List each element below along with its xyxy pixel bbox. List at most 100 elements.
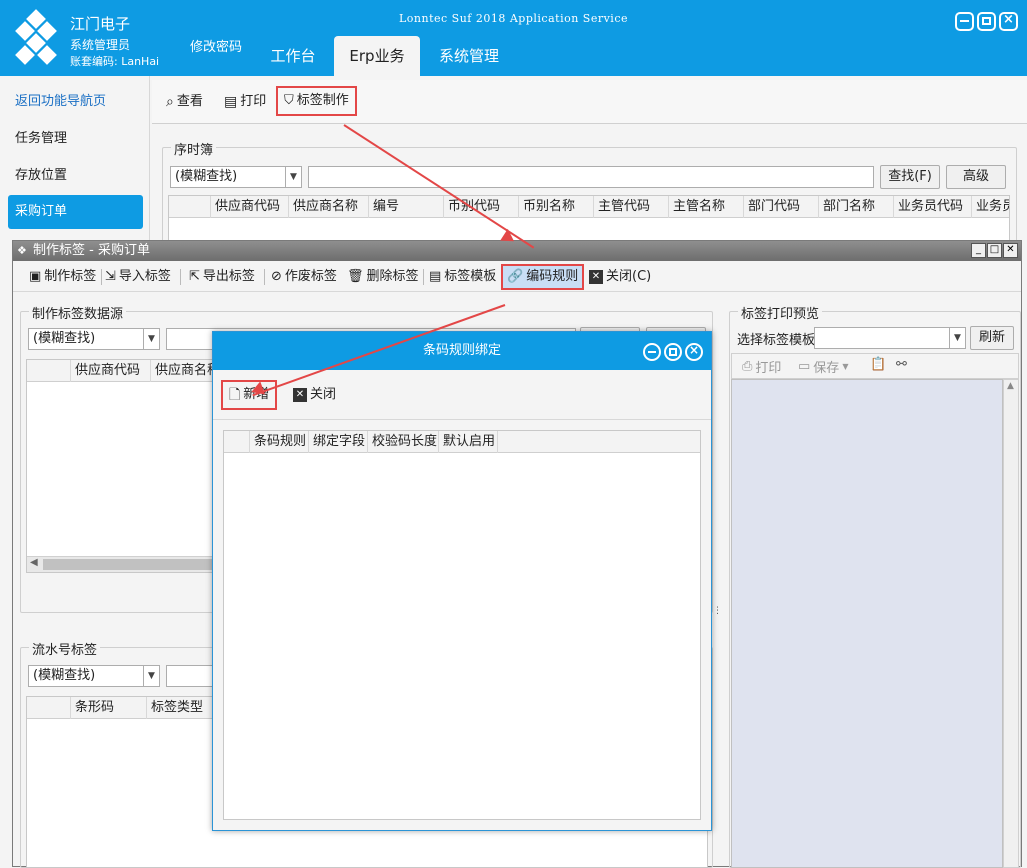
main-grid-header: 供应商代码 供应商名称 编号 币别代码 币别名称 主管代码 主管名称 部门代码 … [169,196,1009,218]
dialog-close-toolbar-button[interactable]: ✕ 关闭(C) [589,266,651,288]
template-icon: ▤ [429,269,442,284]
column-header[interactable]: 默认启用 [439,431,498,453]
barcode-close-button[interactable]: ✕ 关闭 [293,384,336,406]
dialog-close-button[interactable]: ✕ [1003,243,1018,258]
barcode-dialog-close-button[interactable]: × [685,343,703,361]
column-header[interactable]: 部门名称 [819,196,894,218]
view-label: 查看 [176,94,203,109]
column-header[interactable]: 部门代码 [744,196,819,218]
encoding-rule-label: 编码规则 [526,269,579,284]
preview-toolbar: ⎙ 打印 ▭ 保存 ▼ 📋 ⚯ [731,353,1019,379]
advanced-button[interactable]: 高级 [946,165,1006,189]
new-file-icon: 🗋 [229,387,241,403]
sidebar-item-tasks[interactable]: 任务管理 [8,122,143,156]
close-button[interactable]: × [999,12,1018,31]
trash-icon: 🗑 [347,269,364,284]
dialog-close-toolbar-label: 关闭(C) [606,269,652,284]
column-header[interactable]: 绑定字段 [309,431,368,453]
void-icon: ⊘ [271,269,282,284]
import-tag-button[interactable]: ⇲ 导入标签 [105,266,171,288]
column-header[interactable]: 供应商代码 [211,196,289,218]
sidebar-item-back-nav[interactable]: 返回功能导航页 [8,85,143,119]
make-label-dialog-titlebar[interactable]: ❖ 制作标签 - 采购订单 [13,241,1021,261]
preview-group-title: 标签打印预览 [738,303,823,322]
preview-canvas [731,379,1003,868]
save-icon: ▭ [798,359,811,374]
make-label-toolbar: ▣ 制作标签 ⇲ 导入标签 ⇱ 导出标签 ⊘ 作废标签 🗑 删除标签 ▤ 标签模… [13,262,1021,292]
scroll-up-icon: ▲ [1007,381,1014,391]
preview-save-button[interactable]: ▭ 保存 ▼ [798,357,848,376]
main-grid: 供应商代码 供应商名称 编号 币别代码 币别名称 主管代码 主管名称 部门代码 … [168,195,1010,241]
print-icon: ▤ [224,94,238,110]
tab-workbench[interactable]: 工作台 [258,36,328,76]
delete-tag-button[interactable]: 🗑 删除标签 [347,266,419,288]
barcode-dialog-maximize-button[interactable] [664,343,682,361]
template-select[interactable]: ▼ [814,327,966,349]
preview-vertical-scrollbar[interactable]: ▲ [1003,379,1019,868]
void-tag-label: 作废标签 [284,269,337,284]
serial-group-title: 流水号标签 [29,639,101,658]
export-icon: ⇱ [189,269,200,284]
tag-template-button[interactable]: ▤ 标签模板 [429,266,496,288]
column-header[interactable]: 主管名称 [669,196,744,218]
make-tag-label: 制作标签 [44,269,97,284]
column-header[interactable]: 编号 [369,196,444,218]
export-tag-label: 导出标签 [202,269,255,284]
change-password-link[interactable]: 修改密码 [190,36,242,55]
minimize-button[interactable] [955,12,974,31]
column-header[interactable]: 业务员代码 [894,196,972,218]
print-button[interactable]: ▤ 打印 [224,88,266,116]
view-button[interactable]: ⌕ 查看 [166,88,203,116]
close-box-icon: ✕ [589,270,603,284]
user-role: 系统管理员 [70,38,131,52]
preview-find-button[interactable]: ⚯ [896,357,907,372]
refresh-button[interactable]: 刷新 [970,326,1014,350]
sidebar-item-purchase-order[interactable]: 采购订单 [8,195,143,229]
column-header[interactable]: 校验码长度 [368,431,439,453]
source-group-title: 制作标签数据源 [29,303,127,322]
import-tag-label: 导入标签 [118,269,171,284]
column-header[interactable]: 条码规则 [250,431,309,453]
find-button[interactable]: 查找(F) [880,165,940,189]
source-search-mode-select[interactable]: (模糊查找) ▼ [28,328,160,350]
preview-print-button[interactable]: ⎙ 打印 [742,357,781,376]
dialog-minimize-button[interactable]: _ [971,243,986,258]
make-label-dialog-title: 制作标签 - 采购订单 [33,243,150,258]
sidebar-item-storage[interactable]: 存放位置 [8,159,143,193]
main-search-mode-select[interactable]: (模糊查找) ▼ [170,166,302,188]
make-tag-button[interactable]: ▣ 制作标签 [29,266,96,288]
scrollbar-thumb[interactable] [43,559,213,570]
void-tag-button[interactable]: ⊘ 作废标签 [271,266,337,288]
column-header[interactable]: 主管代码 [594,196,669,218]
close-icon: × [688,343,700,357]
export-tag-button[interactable]: ⇱ 导出标签 [189,266,255,288]
make-label-button[interactable]: ⛉ 标签制作 [276,86,357,116]
close-icon: × [1003,12,1014,27]
chevron-down-icon: ▼ [143,666,159,686]
preview-save-label: 保存 [813,361,840,376]
maximize-button[interactable] [977,12,996,31]
column-header[interactable]: 供应商名称 [289,196,369,218]
main-search-input[interactable] [308,166,874,188]
column-header[interactable]: 业务员 [972,196,1009,218]
serial-search-mode-select[interactable]: (模糊查找) ▼ [28,665,160,687]
column-header[interactable]: 条形码 [71,697,147,719]
splitter-handle[interactable]: ⋮ [713,607,722,616]
close-box-icon: ✕ [293,388,307,402]
preview-print-label: 打印 [755,361,782,376]
tab-system[interactable]: 系统管理 [428,36,510,76]
column-header[interactable]: 供应商代码 [71,360,151,382]
serial-search-input[interactable] [166,665,216,687]
tag-template-label: 标签模板 [444,269,497,284]
print-label: 打印 [240,94,267,109]
encoding-rule-button[interactable]: 🔗 编码规则 [501,264,585,290]
column-header[interactable]: 币别名称 [519,196,594,218]
main-search-mode-value: (模糊查找) [175,169,238,184]
dialog-maximize-button[interactable]: □ [987,243,1002,258]
print-icon: ⎙ [742,359,753,374]
source-search-mode-value: (模糊查找) [33,331,96,346]
barcode-rule-dialog-titlebar[interactable]: 条码规则绑定 [213,332,711,370]
preview-clipboard-button[interactable]: 📋 [870,357,886,372]
barcode-dialog-minimize-button[interactable] [643,343,661,361]
tab-erp[interactable]: Erp业务 [334,36,420,76]
